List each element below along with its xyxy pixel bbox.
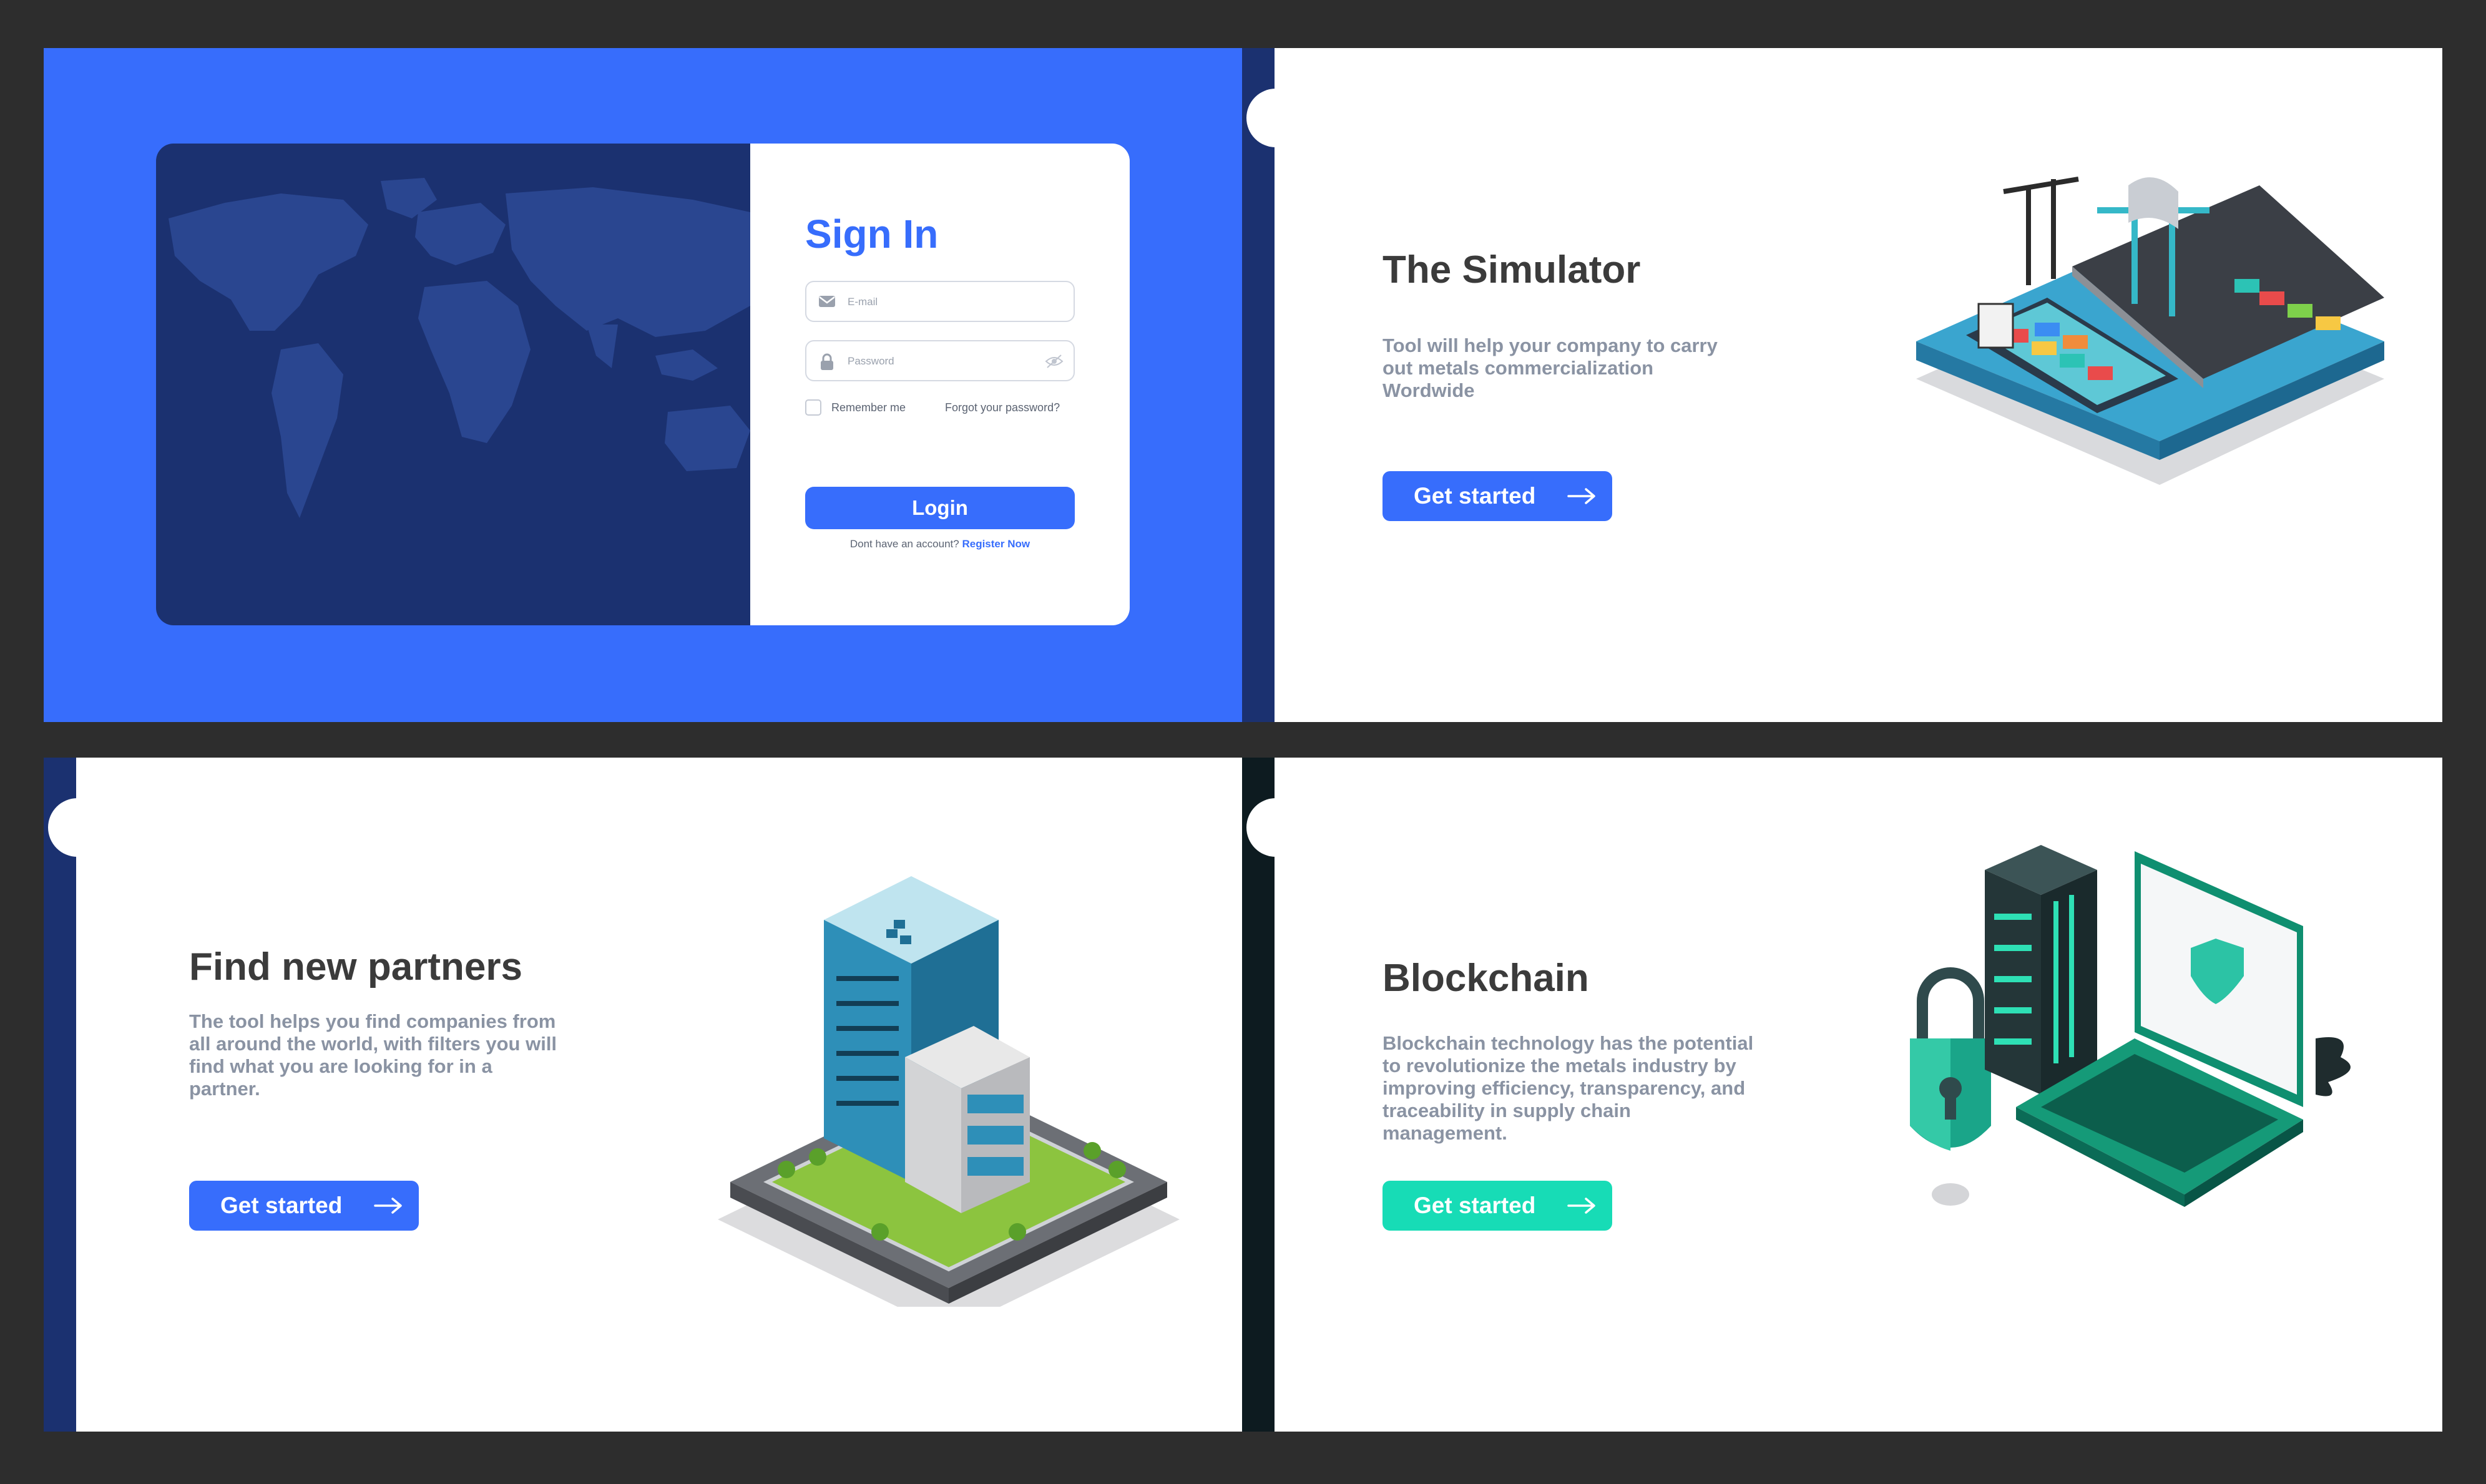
lock-icon <box>818 353 836 374</box>
password-placeholder: Password <box>848 355 894 367</box>
signin-form: Sign In E-mail Password Remember me Forg… <box>750 144 1130 625</box>
panel-tab-notch <box>1246 798 1305 857</box>
signup-prompt-text: Dont have an account? <box>849 538 959 550</box>
signin-panel: Sign In E-mail Password Remember me Forg… <box>44 48 1242 722</box>
email-placeholder: E-mail <box>848 296 878 308</box>
partners-cta-label: Get started <box>220 1193 343 1218</box>
blockchain-title: Blockchain <box>1382 957 1589 1000</box>
forgot-password-link[interactable]: Forgot your password? <box>945 401 1060 414</box>
simulator-title: The Simulator <box>1382 248 1641 291</box>
world-map-graphic <box>169 178 750 518</box>
arrow-right-icon <box>1567 488 1595 504</box>
blockchain-illustration <box>1910 845 2351 1207</box>
panel-tab-notch <box>1246 89 1305 147</box>
simulator-cta-label: Get started <box>1414 483 1536 509</box>
building-illustration <box>718 876 1180 1307</box>
login-button[interactable]: Login <box>805 487 1075 529</box>
panel-accent-bar <box>1242 758 1275 1432</box>
signin-title: Sign In <box>805 212 939 256</box>
panel-accent-bar <box>1242 48 1275 722</box>
mail-icon <box>818 293 836 313</box>
arrow-right-icon <box>374 1198 402 1214</box>
partners-description: The tool helps you find companies from a… <box>189 1010 557 1100</box>
partners-panel: Find new partners The tool helps you fin… <box>44 758 1242 1432</box>
arrow-right-icon <box>1567 1198 1595 1214</box>
blockchain-cta-label: Get started <box>1414 1193 1536 1218</box>
remember-checkbox[interactable] <box>805 399 821 416</box>
simulator-panel: The Simulator Tool will help your compan… <box>1242 48 2442 722</box>
eye-off-icon[interactable] <box>1045 354 1064 372</box>
partners-title: Find new partners <box>189 945 522 989</box>
blockchain-panel: Blockchain Blockchain technology has the… <box>1242 758 2442 1432</box>
simulator-description: Tool will help your company to carry out… <box>1382 334 1718 401</box>
remember-label: Remember me <box>831 401 906 414</box>
panel-tab-notch <box>48 798 107 857</box>
password-field[interactable]: Password <box>805 340 1075 381</box>
panel-accent-bar <box>44 758 76 1432</box>
partners-get-started-button[interactable]: Get started <box>189 1181 419 1231</box>
email-field[interactable]: E-mail <box>805 281 1075 322</box>
register-link[interactable]: Register Now <box>962 538 1030 550</box>
world-map <box>156 144 750 625</box>
blockchain-get-started-button[interactable]: Get started <box>1382 1181 1612 1231</box>
signup-prompt: Dont have an account? Register Now <box>805 538 1075 550</box>
port-illustration <box>1916 177 2384 485</box>
signin-card: Sign In E-mail Password Remember me Forg… <box>156 144 1130 625</box>
simulator-get-started-button[interactable]: Get started <box>1382 471 1612 521</box>
blockchain-description: Blockchain technology has the potential … <box>1382 1032 1754 1144</box>
